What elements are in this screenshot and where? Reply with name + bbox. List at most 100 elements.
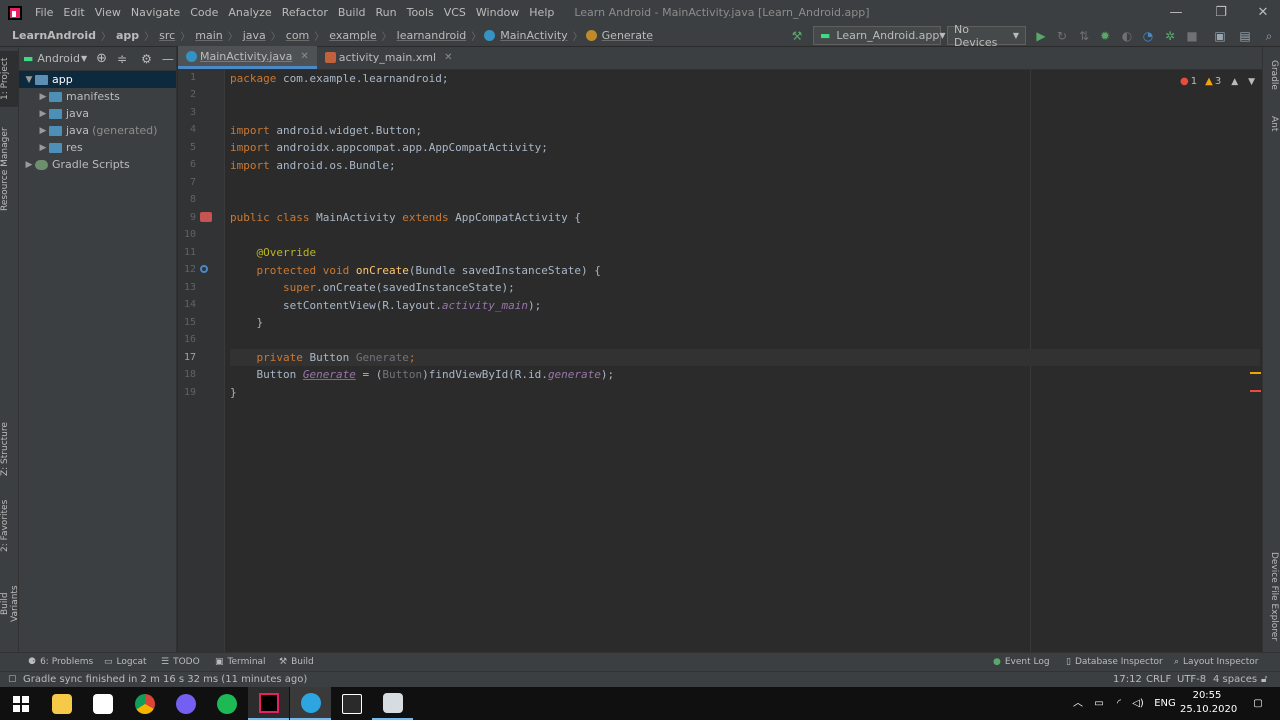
file-encoding[interactable]: UTF-8 [1177, 672, 1206, 687]
status-message[interactable]: Gradle sync finished in 2 m 16 s 32 ms (… [23, 672, 307, 687]
indent-setting[interactable]: 4 spaces [1213, 672, 1257, 687]
menu-build[interactable]: Build [333, 0, 371, 25]
taskbar-explorer[interactable] [41, 687, 82, 720]
gear-icon[interactable]: ⚙ [141, 52, 152, 66]
search-icon[interactable]: ⌕ [1262, 29, 1276, 43]
close-button[interactable]: ✕ [1246, 0, 1280, 25]
device-select[interactable]: No Devices ▼ [947, 23, 1026, 49]
menu-edit[interactable]: Edit [58, 0, 89, 25]
debug-icon[interactable]: ✹ [1098, 29, 1112, 43]
chevron-right-icon[interactable]: ▶ [23, 160, 35, 170]
wifi-icon[interactable]: ◜ [1112, 687, 1126, 720]
line-separator[interactable]: CRLF [1146, 672, 1171, 687]
breadcrumb-project[interactable]: LearnAndroid [10, 29, 98, 42]
tab-mainactivity[interactable]: MainActivity.java ✕ [178, 46, 317, 69]
collapse-all-icon[interactable]: ≑ [117, 52, 127, 66]
project-structure-icon[interactable]: ▤ [1238, 29, 1252, 43]
menu-analyze[interactable]: Analyze [223, 0, 276, 25]
profile-icon[interactable]: ◔ [1141, 29, 1155, 43]
menu-run[interactable]: Run [371, 0, 402, 25]
close-icon[interactable]: ✕ [300, 51, 308, 62]
tree-item-gradle-scripts[interactable]: ▶ Gradle Scripts [19, 156, 176, 173]
volume-icon[interactable]: ◁) [1131, 687, 1145, 720]
tab-resource-manager[interactable]: Resource Manager [0, 124, 19, 214]
taskbar-app[interactable] [372, 687, 413, 720]
stop-icon[interactable]: ■ [1185, 29, 1199, 43]
tab-build[interactable]: ⚒ Build [279, 653, 314, 672]
tree-item-java-generated[interactable]: ▶ java (generated) [19, 122, 176, 139]
project-view-select[interactable]: Android [37, 52, 80, 65]
chevron-right-icon[interactable]: ▶ [37, 126, 49, 136]
breadcrumb-java[interactable]: java [241, 29, 268, 42]
tab-activity-main[interactable]: activity_main.xml ✕ [317, 46, 461, 69]
tab-todo[interactable]: ☰ TODO [161, 653, 200, 672]
caret-position[interactable]: 17:12 [1113, 672, 1142, 687]
code-area[interactable]: package com.example.learnandroid; import… [230, 70, 1260, 652]
minimize-button[interactable]: — [1159, 0, 1193, 25]
breadcrumb-field[interactable]: Generate [600, 29, 655, 42]
input-language[interactable]: ENG [1151, 687, 1179, 720]
tab-database-inspector[interactable]: ▯ Database Inspector [1066, 653, 1163, 672]
breadcrumb-class[interactable]: MainActivity [498, 29, 569, 42]
tab-structure[interactable]: Z: Structure [0, 419, 19, 479]
run-class-icon[interactable] [200, 212, 212, 222]
taskbar-spotify[interactable] [206, 687, 247, 720]
tree-item-manifests[interactable]: ▶ manifests [19, 88, 176, 105]
breadcrumb-main[interactable]: main [193, 29, 224, 42]
taskbar-viber[interactable] [165, 687, 206, 720]
tab-logcat[interactable]: ▭ Logcat [104, 653, 147, 672]
menu-vcs[interactable]: VCS [439, 0, 471, 25]
chevron-down-icon[interactable]: ▼ [23, 75, 35, 85]
menu-help[interactable]: Help [524, 0, 559, 25]
run-configuration-select[interactable]: ▬ Learn_Android.app ▼ [813, 26, 946, 45]
menu-tools[interactable]: Tools [402, 0, 439, 25]
inspection-widget[interactable]: ● 1 ▲ 3 ▲ ▼ [1180, 76, 1255, 87]
menu-refactor[interactable]: Refactor [277, 0, 333, 25]
show-hidden-icons[interactable]: ︿ [1072, 687, 1084, 720]
coverage-icon[interactable]: ◐ [1120, 29, 1134, 43]
hide-icon[interactable]: — [162, 52, 174, 66]
taskbar-epic-games[interactable] [331, 687, 372, 720]
tab-project[interactable]: 1: Project [0, 51, 19, 107]
battery-icon[interactable]: ▭ [1092, 687, 1106, 720]
chevron-down-icon[interactable]: ▼ [1248, 77, 1255, 87]
chevron-down-icon[interactable]: ▼ [81, 54, 87, 63]
chevron-up-icon[interactable]: ▲ [1231, 77, 1238, 87]
menu-window[interactable]: Window [471, 0, 524, 25]
error-stripe-marker[interactable] [1250, 390, 1261, 392]
notifications-icon[interactable]: ▢ [1250, 687, 1266, 720]
taskbar-telegram[interactable] [290, 687, 331, 720]
attach-debugger-icon[interactable]: ✲ [1163, 29, 1177, 43]
apply-changes-icon[interactable]: ⇅ [1077, 29, 1091, 43]
taskbar-store[interactable] [82, 687, 123, 720]
tab-gradle[interactable]: Gradle [1265, 55, 1279, 95]
run-icon[interactable]: ▶ [1034, 29, 1048, 43]
override-method-icon[interactable] [200, 265, 208, 273]
tab-terminal[interactable]: ▣ Terminal [215, 653, 266, 672]
chevron-right-icon[interactable]: ▶ [37, 143, 49, 153]
tab-problems[interactable]: ⚈ 6: Problems [28, 653, 93, 672]
tab-event-log[interactable]: ● Event Log [993, 653, 1050, 672]
tree-item-java[interactable]: ▶ java [19, 105, 176, 122]
hammer-icon[interactable]: ⚒ [790, 29, 804, 43]
breadcrumb-module[interactable]: app [114, 29, 141, 42]
tab-build-variants[interactable]: Build Variants [0, 573, 20, 635]
rerun-icon[interactable]: ↻ [1055, 29, 1069, 43]
tree-item-res[interactable]: ▶ res [19, 139, 176, 156]
menu-file[interactable]: File [30, 0, 58, 25]
chevron-right-icon[interactable]: ▶ [37, 109, 49, 119]
chevron-right-icon[interactable]: ▶ [37, 92, 49, 102]
maximize-button[interactable]: ❐ [1204, 0, 1238, 25]
breadcrumb-src[interactable]: src [157, 29, 177, 42]
breadcrumb-learnandroid[interactable]: learnandroid [395, 29, 469, 42]
tab-layout-inspector[interactable]: ⌕ Layout Inspector [1174, 653, 1258, 672]
tab-ant[interactable]: Ant [1265, 109, 1279, 139]
locate-icon[interactable]: ⊕ [96, 51, 107, 66]
breadcrumb-com[interactable]: com [284, 29, 312, 42]
menu-navigate[interactable]: Navigate [126, 0, 185, 25]
close-icon[interactable]: ✕ [444, 52, 452, 63]
start-button[interactable] [0, 687, 41, 720]
warning-stripe-marker[interactable] [1250, 372, 1261, 374]
tree-item-app[interactable]: ▼ app [19, 71, 176, 88]
tab-device-file-explorer[interactable]: Device File Explorer [1265, 551, 1279, 643]
